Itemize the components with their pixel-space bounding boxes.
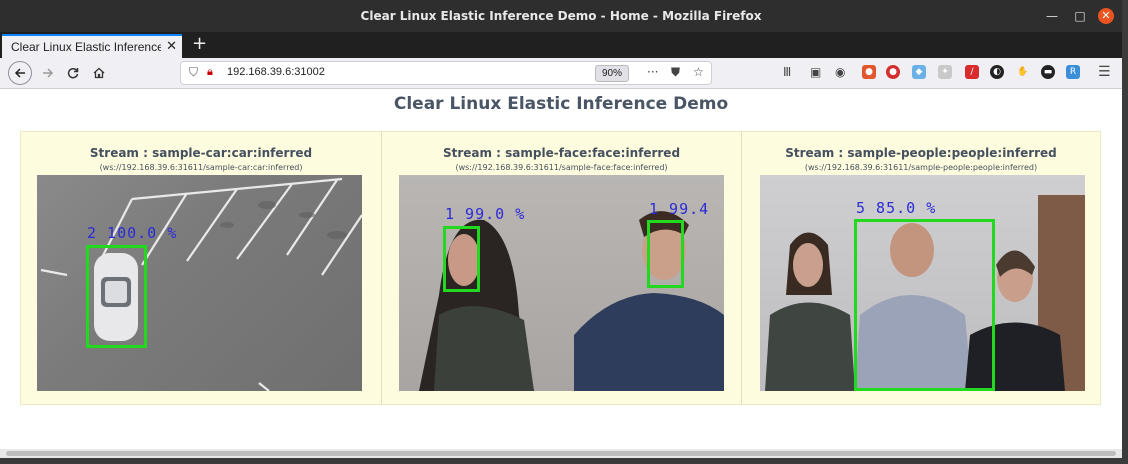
pocket-icon[interactable]: ⛊ bbox=[671, 65, 680, 80]
page-actions-icon[interactable]: ··· bbox=[647, 65, 658, 79]
detection-box bbox=[443, 226, 480, 292]
tab-active[interactable]: Clear Linux Elastic Inference ✕ bbox=[2, 34, 182, 58]
detection-label: 1 99.0 % bbox=[445, 205, 526, 223]
zoom-level-badge[interactable]: 90% bbox=[595, 65, 630, 82]
reload-button[interactable] bbox=[62, 62, 84, 84]
page-title: Clear Linux Elastic Inference Demo bbox=[393, 94, 729, 114]
navigation-toolbar: ⛉ 🔒︎ 192.168.39.6:31002 90% ··· ⛊ ☆ Ⅲ ▣ … bbox=[0, 58, 1122, 89]
arrow-left-icon bbox=[14, 68, 25, 78]
address-bar[interactable]: ⛉ 🔒︎ 192.168.39.6:31002 90% ··· ⛊ ☆ bbox=[180, 61, 712, 85]
maximize-button[interactable]: □ bbox=[1072, 8, 1088, 24]
stream-panel-face: Stream : sample-face:face:inferred (ws:/… bbox=[381, 132, 741, 404]
stream-url: (ws://192.168.39.6:31611/sample-people:p… bbox=[804, 163, 1038, 172]
home-icon bbox=[93, 67, 105, 79]
detection-label: 2 100.0 % bbox=[87, 224, 178, 242]
video-frame-car: 2 100.0 % bbox=[37, 175, 362, 391]
close-window-button[interactable]: ✕ bbox=[1098, 8, 1114, 24]
page-content: Clear Linux Elastic Inference Demo Strea… bbox=[0, 89, 1122, 458]
arrow-right-icon bbox=[43, 68, 54, 78]
extension-hand-icon[interactable]: ✋ bbox=[1016, 65, 1030, 79]
extension-circle-icon[interactable]: ◐ bbox=[990, 65, 1004, 79]
stream-url: (ws://192.168.39.6:31611/sample-car:car:… bbox=[99, 163, 303, 172]
extension-pen-icon[interactable]: / bbox=[965, 65, 979, 79]
detection-box bbox=[647, 220, 684, 288]
title-bar: Clear Linux Elastic Inference Demo - Hom… bbox=[0, 0, 1122, 32]
extension-r-icon[interactable]: R bbox=[1066, 65, 1080, 79]
detection-box bbox=[854, 219, 995, 391]
horizontal-scrollbar[interactable] bbox=[0, 449, 1122, 458]
stream-title: Stream : sample-car:car:inferred bbox=[89, 146, 313, 160]
window-title: Clear Linux Elastic Inference Demo - Hom… bbox=[360, 9, 762, 23]
sidebar-icon[interactable]: ▣ bbox=[810, 65, 821, 79]
extension-red-icon[interactable]: ● bbox=[886, 65, 900, 79]
extension-grey-icon[interactable]: ✦ bbox=[938, 65, 952, 79]
detection-label: 5 85.0 % bbox=[856, 199, 937, 217]
detection-label: 1 99.4 bbox=[649, 200, 710, 218]
stream-title: Stream : sample-face:face:inferred bbox=[442, 146, 681, 160]
stream-panel-people: Stream : sample-people:people:inferred (… bbox=[741, 132, 1100, 404]
reload-icon bbox=[67, 67, 79, 79]
bookmark-star-icon[interactable]: ☆ bbox=[693, 65, 704, 79]
back-button[interactable] bbox=[8, 61, 32, 85]
library-icon[interactable]: Ⅲ bbox=[783, 65, 791, 79]
new-tab-button[interactable]: + bbox=[192, 34, 207, 54]
video-frame-people: 5 85.0 % bbox=[760, 175, 1085, 391]
extension-fox-icon[interactable]: ● bbox=[862, 65, 876, 79]
stream-url: (ws://192.168.39.6:31611/sample-face:fac… bbox=[455, 163, 668, 172]
extension-puzzle-icon[interactable]: ◆ bbox=[912, 65, 926, 79]
stream-title: Stream : sample-people:people:inferred bbox=[785, 146, 1057, 160]
shield-icon[interactable]: ⛉ bbox=[189, 65, 198, 80]
tab-strip: Clear Linux Elastic Inference ✕ + bbox=[0, 32, 1122, 58]
url-text[interactable]: 192.168.39.6:31002 bbox=[227, 66, 325, 78]
streams-grid: Stream : sample-car:car:inferred (ws://1… bbox=[20, 131, 1101, 405]
scrollbar-thumb[interactable] bbox=[6, 451, 1116, 456]
browser-window: Clear Linux Elastic Inference Demo - Hom… bbox=[0, 0, 1122, 458]
detection-box bbox=[86, 245, 147, 348]
tab-label: Clear Linux Elastic Inference bbox=[11, 40, 161, 54]
home-button[interactable] bbox=[88, 62, 110, 84]
stream-panel-car: Stream : sample-car:car:inferred (ws://1… bbox=[21, 132, 381, 404]
video-frame-face: 1 99.0 % 1 99.4 bbox=[399, 175, 724, 391]
tab-close-icon[interactable]: ✕ bbox=[166, 39, 177, 54]
account-icon[interactable]: ◉ bbox=[835, 65, 845, 79]
forward-button[interactable] bbox=[37, 62, 59, 84]
extension-dark-icon[interactable]: ▬ bbox=[1041, 65, 1055, 79]
menu-icon[interactable]: ☰ bbox=[1098, 64, 1111, 80]
insecure-lock-icon[interactable]: 🔒︎ bbox=[207, 65, 213, 79]
minimize-button[interactable]: — bbox=[1044, 8, 1060, 24]
